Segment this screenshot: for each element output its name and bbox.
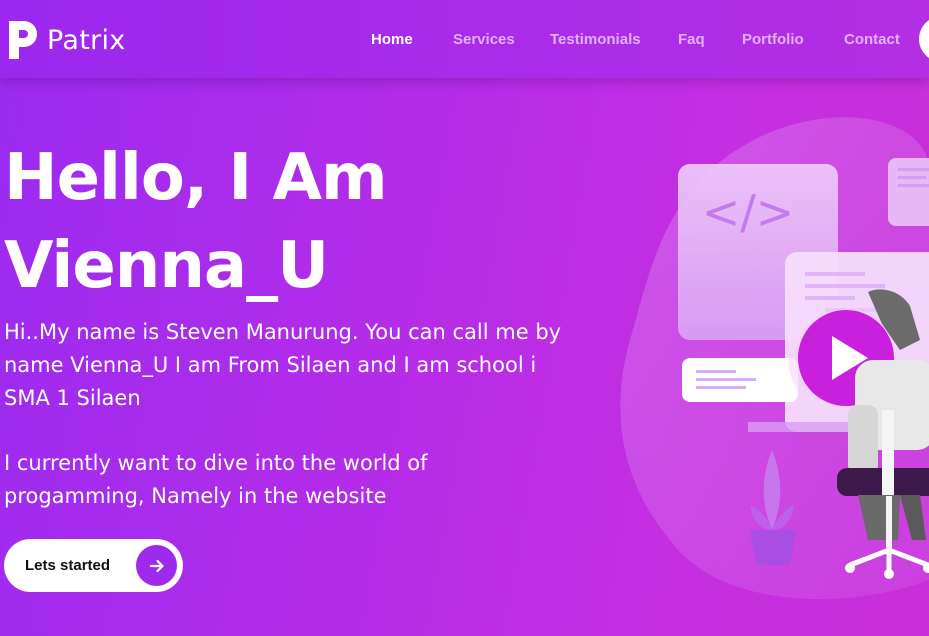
nav-link-testimonials[interactable]: Testimonials [550, 31, 641, 48]
hero-headline-line1: Hello, I Am [4, 141, 388, 215]
cta-label: Lets started [25, 557, 111, 574]
main-nav: Home Services Testimonials Faq Portfolio… [0, 31, 929, 51]
hero-headline-line2: Vienna_U [4, 229, 329, 303]
hero-headline: Hello, I Am Vienna_U [4, 134, 524, 310]
nav-link-portfolio[interactable]: Portfolio [742, 31, 804, 48]
lets-started-button[interactable]: Lets started [4, 539, 183, 592]
nav-link-services[interactable]: Services [453, 31, 515, 48]
theme-toggle-button[interactable] [919, 16, 929, 62]
hero-goal-text: I currently want to dive into the world … [4, 451, 428, 508]
nav-link-home[interactable]: Home [371, 31, 413, 48]
hero-intro-text: Hi..My name is Steven Manurung. You can … [4, 320, 562, 410]
nav-link-faq[interactable]: Faq [678, 31, 705, 48]
code-symbol: </> [702, 185, 795, 239]
developer-illustration: </> [620, 117, 929, 600]
arrow-right-icon [136, 545, 177, 586]
navbar: Patrix Home Services Testimonials Faq Po… [0, 0, 929, 78]
nav-link-contact[interactable]: Contact [844, 31, 900, 48]
